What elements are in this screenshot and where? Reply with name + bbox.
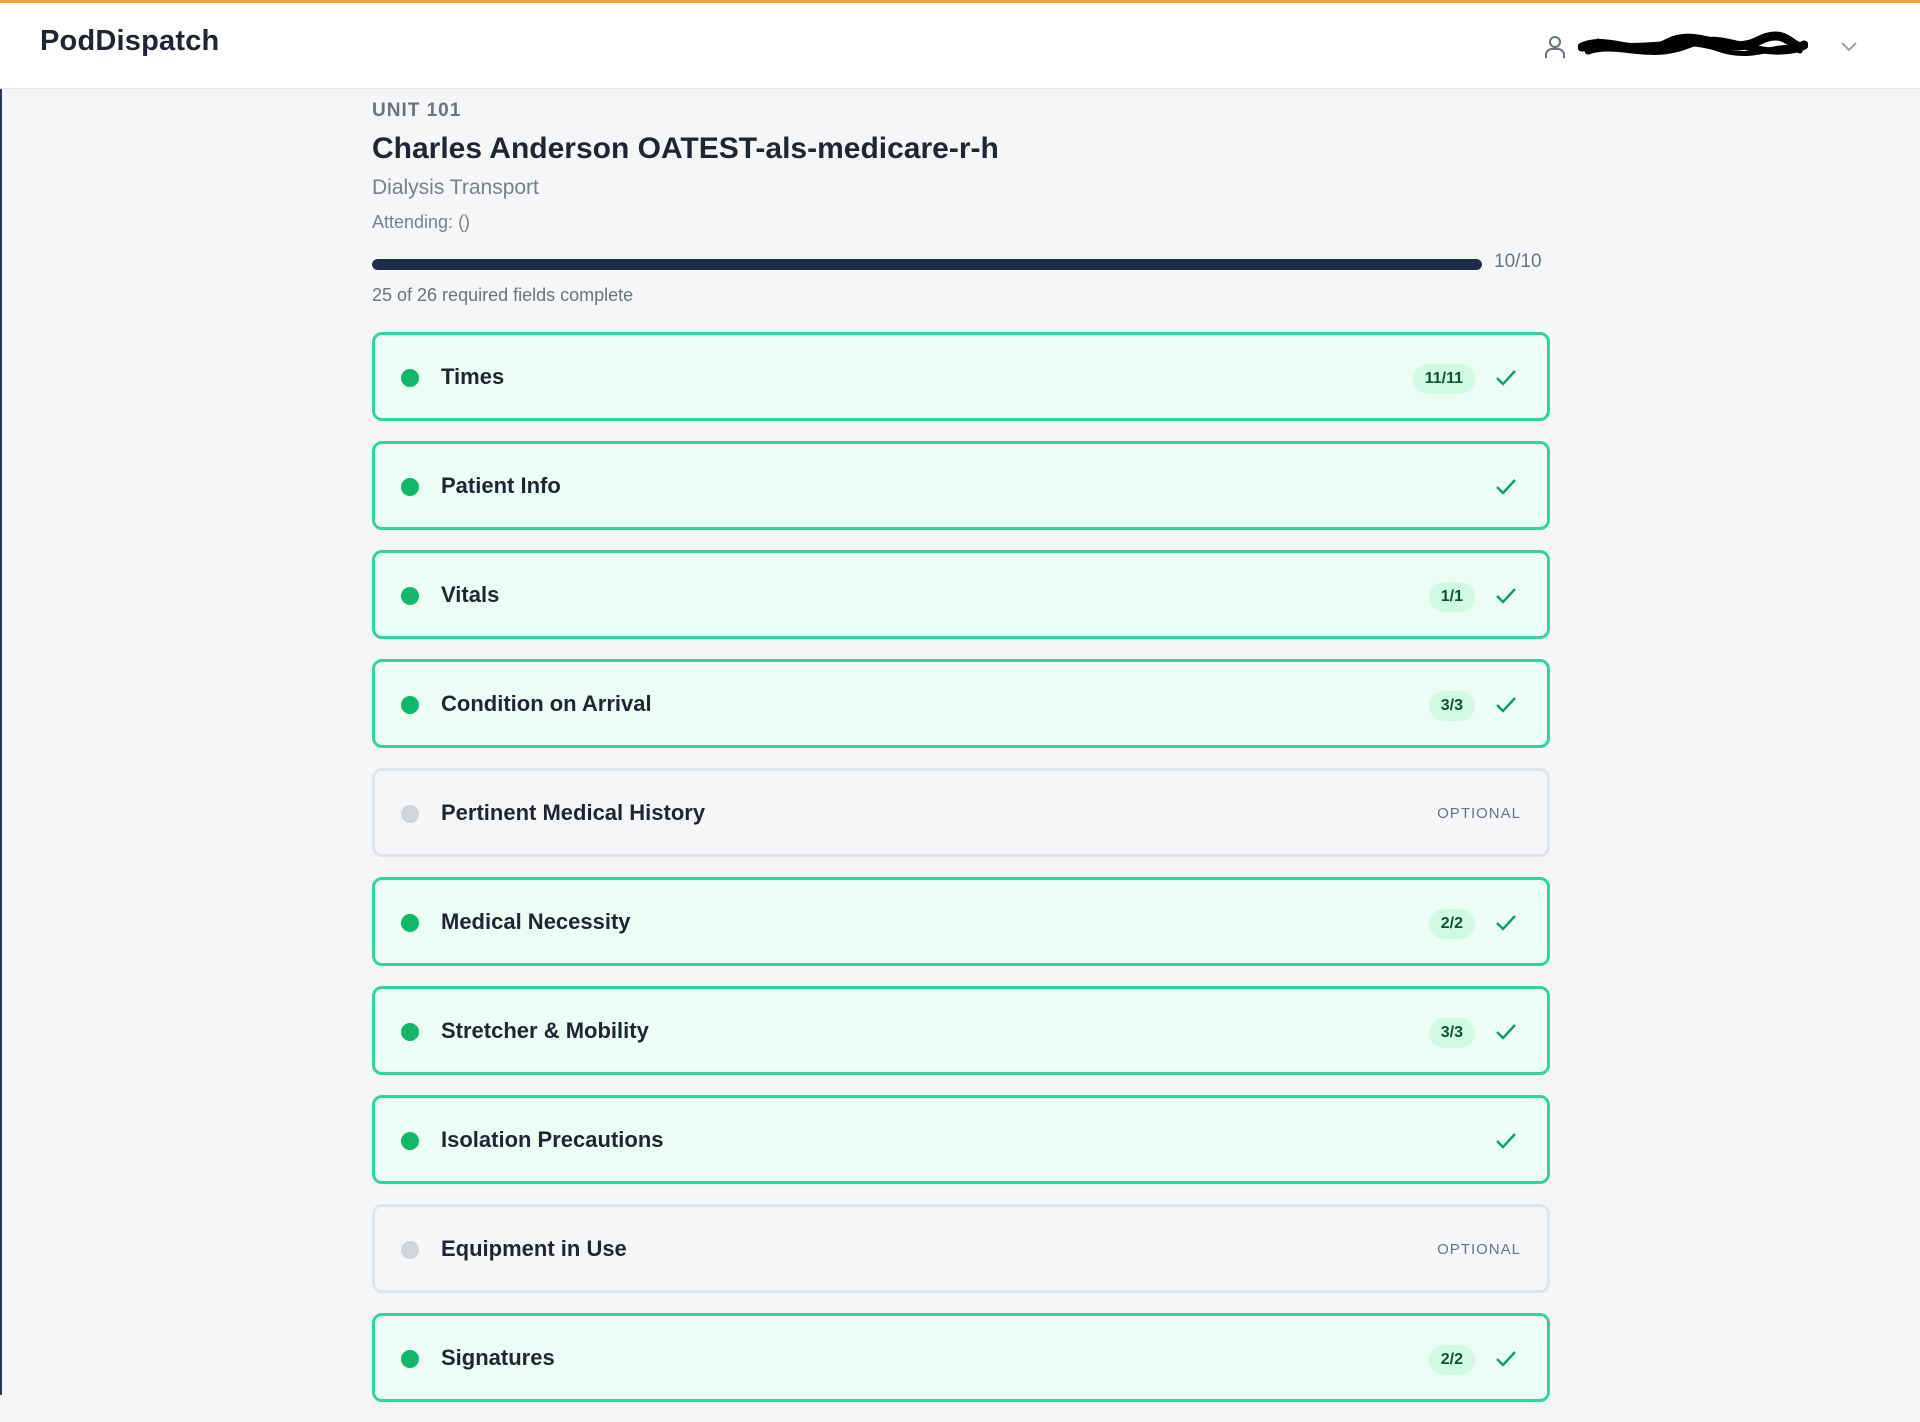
check-icon — [1496, 1024, 1516, 1040]
chevron-down-icon[interactable] — [1840, 39, 1858, 53]
section-count-badge: 3/3 — [1428, 1018, 1475, 1048]
check-icon — [1496, 1351, 1516, 1367]
brand-logo[interactable]: PodDispatch — [40, 25, 219, 58]
progress-count: 10/10 — [1494, 251, 1542, 272]
status-dot — [401, 1023, 419, 1041]
check-icon — [1496, 370, 1516, 386]
section-label: Equipment in Use — [441, 1236, 627, 1261]
section-label: Signatures — [441, 1345, 555, 1370]
progress-fill — [372, 259, 1482, 270]
section-count-badge: 2/2 — [1428, 909, 1475, 939]
section-label: Pertinent Medical History — [441, 800, 706, 825]
section-stretcher-mobility[interactable]: Stretcher & Mobility 3/3 — [372, 986, 1550, 1075]
section-label: Times — [441, 364, 505, 389]
status-dot — [401, 369, 419, 387]
check-icon — [1496, 1133, 1516, 1149]
check-icon — [1496, 915, 1516, 931]
status-dot — [401, 1241, 419, 1259]
optional-tag: OPTIONAL — [1437, 1241, 1521, 1258]
section-label: Condition on Arrival — [441, 691, 652, 716]
section-patient-info[interactable]: Patient Info — [372, 441, 1550, 530]
section-signatures[interactable]: Signatures 2/2 — [372, 1313, 1550, 1402]
section-medical-necessity[interactable]: Medical Necessity 2/2 — [372, 877, 1550, 966]
status-dot — [401, 478, 419, 496]
section-count-badge: 2/2 — [1428, 1345, 1475, 1375]
attending-label: Attending: () — [372, 212, 471, 232]
required-fields-status: 25 of 26 required fields complete — [372, 285, 634, 305]
section-label: Stretcher & Mobility — [441, 1018, 649, 1043]
section-count-badge: 11/11 — [1412, 364, 1475, 394]
status-dot — [401, 696, 419, 714]
status-dot — [401, 1132, 419, 1150]
unit-label: UNIT 101 — [372, 100, 462, 121]
section-condition-on-arrival[interactable]: Condition on Arrival 3/3 — [372, 659, 1550, 748]
section-vitals[interactable]: Vitals 1/1 — [372, 550, 1550, 639]
status-dot — [401, 914, 419, 932]
progress-bar — [372, 259, 1482, 270]
trip-type: Dialysis Transport — [372, 176, 539, 199]
status-dot — [401, 1350, 419, 1368]
progress-row: 10/10 — [372, 251, 1550, 277]
section-label: Isolation Precautions — [441, 1127, 664, 1152]
left-edge-line — [0, 0, 2, 1395]
section-label: Patient Info — [441, 473, 561, 498]
status-dot — [401, 805, 419, 823]
status-dot — [401, 587, 419, 605]
user-icon — [1545, 36, 1565, 58]
section-isolation-precautions[interactable]: Isolation Precautions — [372, 1095, 1550, 1184]
section-label: Vitals — [441, 582, 500, 607]
trip-content: UNIT 101 Charles Anderson OATEST-als-med… — [372, 100, 1550, 1422]
optional-tag: OPTIONAL — [1437, 805, 1521, 822]
page-title: Charles Anderson OATEST-als-medicare-r-h — [372, 132, 999, 165]
section-label: Medical Necessity — [441, 909, 631, 934]
section-times[interactable]: Times 11/11 — [372, 332, 1550, 421]
section-count-badge: 1/1 — [1428, 582, 1475, 612]
section-equipment-in-use[interactable]: Equipment in Use OPTIONAL — [372, 1204, 1550, 1293]
section-pertinent-medical-history[interactable]: Pertinent Medical History OPTIONAL — [372, 768, 1550, 857]
check-icon — [1496, 588, 1516, 604]
user-name-redacted — [1578, 31, 1808, 56]
section-count-badge: 3/3 — [1428, 691, 1475, 721]
top-bar: PodDispatch — [0, 0, 1920, 89]
check-icon — [1496, 697, 1516, 713]
check-icon — [1496, 479, 1516, 495]
section-list: Times 11/11 Patient Info Vitals 1/1 Cond… — [372, 332, 1550, 1402]
user-menu[interactable] — [1540, 23, 1860, 71]
